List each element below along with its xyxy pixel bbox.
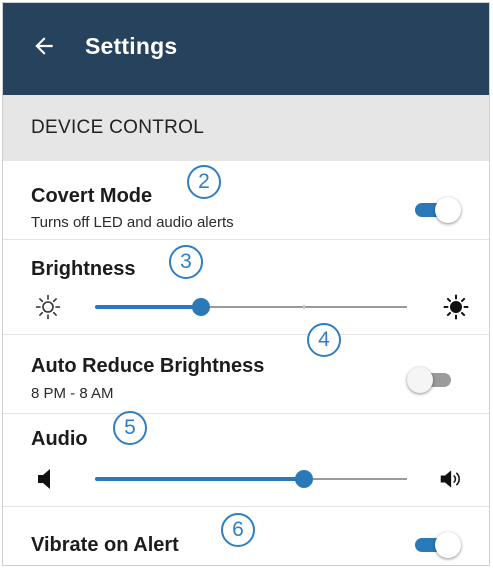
speaker-icon — [38, 469, 50, 489]
slider-knob[interactable] — [192, 298, 211, 316]
callout-badge-3: 3 — [169, 245, 203, 279]
callout-badge-4: 4 — [307, 323, 341, 357]
auto-reduce-label: Auto Reduce Brightness — [31, 355, 265, 377]
toggle-thumb[interactable] — [435, 532, 461, 558]
covert-mode-description: Turns off LED and audio alerts — [31, 214, 234, 231]
covert-mode-toggle[interactable] — [413, 197, 461, 223]
brightness-slider[interactable] — [95, 295, 407, 319]
arrow-left-icon[interactable] — [31, 33, 57, 59]
sun-outline-icon — [35, 294, 61, 320]
auto-reduce-row[interactable]: Auto Reduce Brightness 8 PM - 8 AM 4 — [3, 323, 489, 413]
sun-filled-icon — [443, 294, 469, 320]
settings-screen: Settings DEVICE CONTROL Covert Mode Turn… — [2, 2, 490, 566]
callout-badge-5: 5 — [113, 411, 147, 445]
auto-reduce-toggle[interactable] — [407, 367, 453, 393]
toggle-thumb[interactable] — [435, 197, 461, 223]
callout-badge-6: 6 — [221, 513, 255, 547]
section-title: DEVICE CONTROL — [31, 117, 205, 138]
slider-tick — [303, 305, 305, 309]
speaker-loud-icon — [440, 470, 460, 488]
audio-label: Audio — [31, 428, 88, 450]
section-header: DEVICE CONTROL — [3, 95, 489, 161]
covert-mode-label: Covert Mode — [31, 185, 153, 207]
slider-fill — [95, 305, 202, 309]
slider-knob[interactable] — [295, 470, 314, 488]
auto-reduce-schedule: 8 PM - 8 AM — [31, 385, 114, 402]
brightness-row: Brightness 3 — [3, 240, 489, 334]
vibrate-toggle[interactable] — [413, 532, 461, 558]
brightness-label: Brightness — [31, 258, 136, 280]
app-bar: Settings — [3, 3, 489, 95]
slider-fill — [95, 477, 305, 481]
covert-mode-row[interactable]: Covert Mode Turns off LED and audio aler… — [3, 161, 489, 239]
page-title: Settings — [85, 33, 178, 59]
vibrate-label: Vibrate on Alert — [31, 534, 179, 556]
toggle-thumb[interactable] — [407, 367, 433, 393]
callout-badge-2: 2 — [187, 165, 221, 199]
audio-row: Audio 5 — [3, 411, 489, 506]
vibrate-row[interactable]: Vibrate on Alert 6 — [3, 507, 489, 565]
audio-slider[interactable] — [95, 467, 407, 491]
